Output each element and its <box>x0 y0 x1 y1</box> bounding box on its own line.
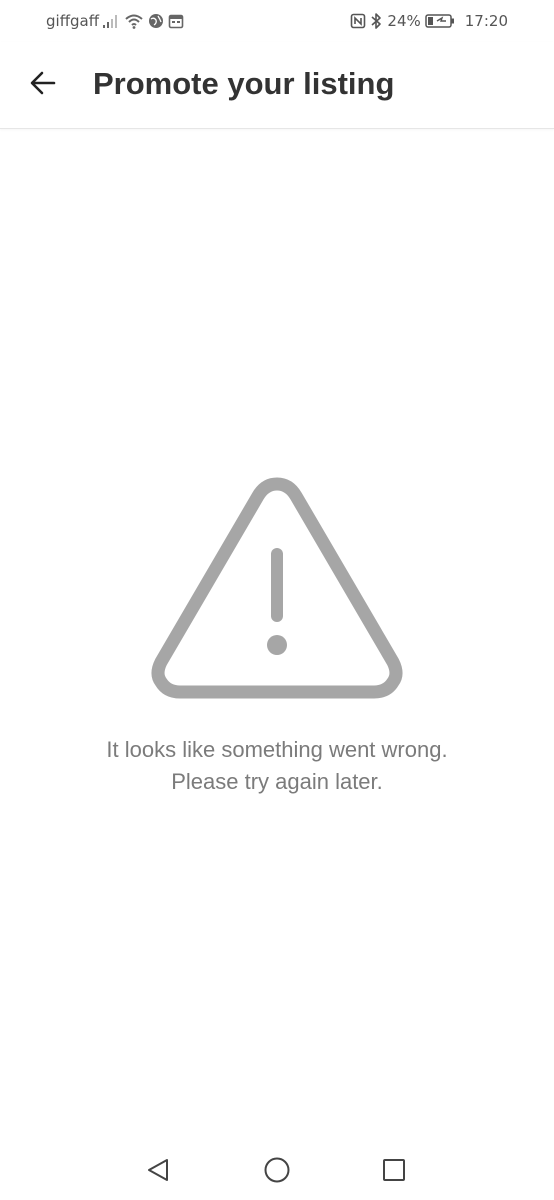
arrow-left-icon <box>29 69 57 102</box>
nfc-icon <box>350 13 366 29</box>
system-nav-bar <box>0 1138 554 1200</box>
signal-icon <box>102 13 120 29</box>
error-message-line-1: It looks like something went wrong. <box>106 737 448 762</box>
error-message: It looks like something went wrong. Plea… <box>0 734 554 798</box>
clock: 17:20 <box>464 12 508 30</box>
warning-triangle-icon <box>0 470 554 702</box>
battery-percent: 24% <box>387 12 421 30</box>
nav-home-button[interactable] <box>259 1154 295 1190</box>
bluetooth-icon <box>370 12 382 30</box>
recents-square-icon <box>381 1157 407 1188</box>
battery-icon <box>425 13 455 29</box>
status-left-icons <box>102 11 184 31</box>
error-message-line-2: Please try again later. <box>171 769 383 794</box>
back-button[interactable] <box>22 64 64 106</box>
nav-recents-button[interactable] <box>376 1154 412 1190</box>
nav-back-button[interactable] <box>140 1154 176 1190</box>
calendar-icon <box>168 13 184 29</box>
back-triangle-icon <box>145 1157 171 1188</box>
error-state: It looks like something went wrong. Plea… <box>0 470 554 798</box>
page-title: Promote your listing <box>93 66 395 101</box>
vpn-globe-icon <box>148 13 164 29</box>
status-right-icons: 24% 17:20 <box>350 11 508 31</box>
carrier-name: giffgaff <box>46 12 100 30</box>
home-circle-icon <box>263 1156 291 1189</box>
app-bar: Promote your listing <box>0 42 554 129</box>
status-bar: giffgaff 24% 17:20 <box>0 0 554 42</box>
wifi-icon <box>124 13 144 29</box>
